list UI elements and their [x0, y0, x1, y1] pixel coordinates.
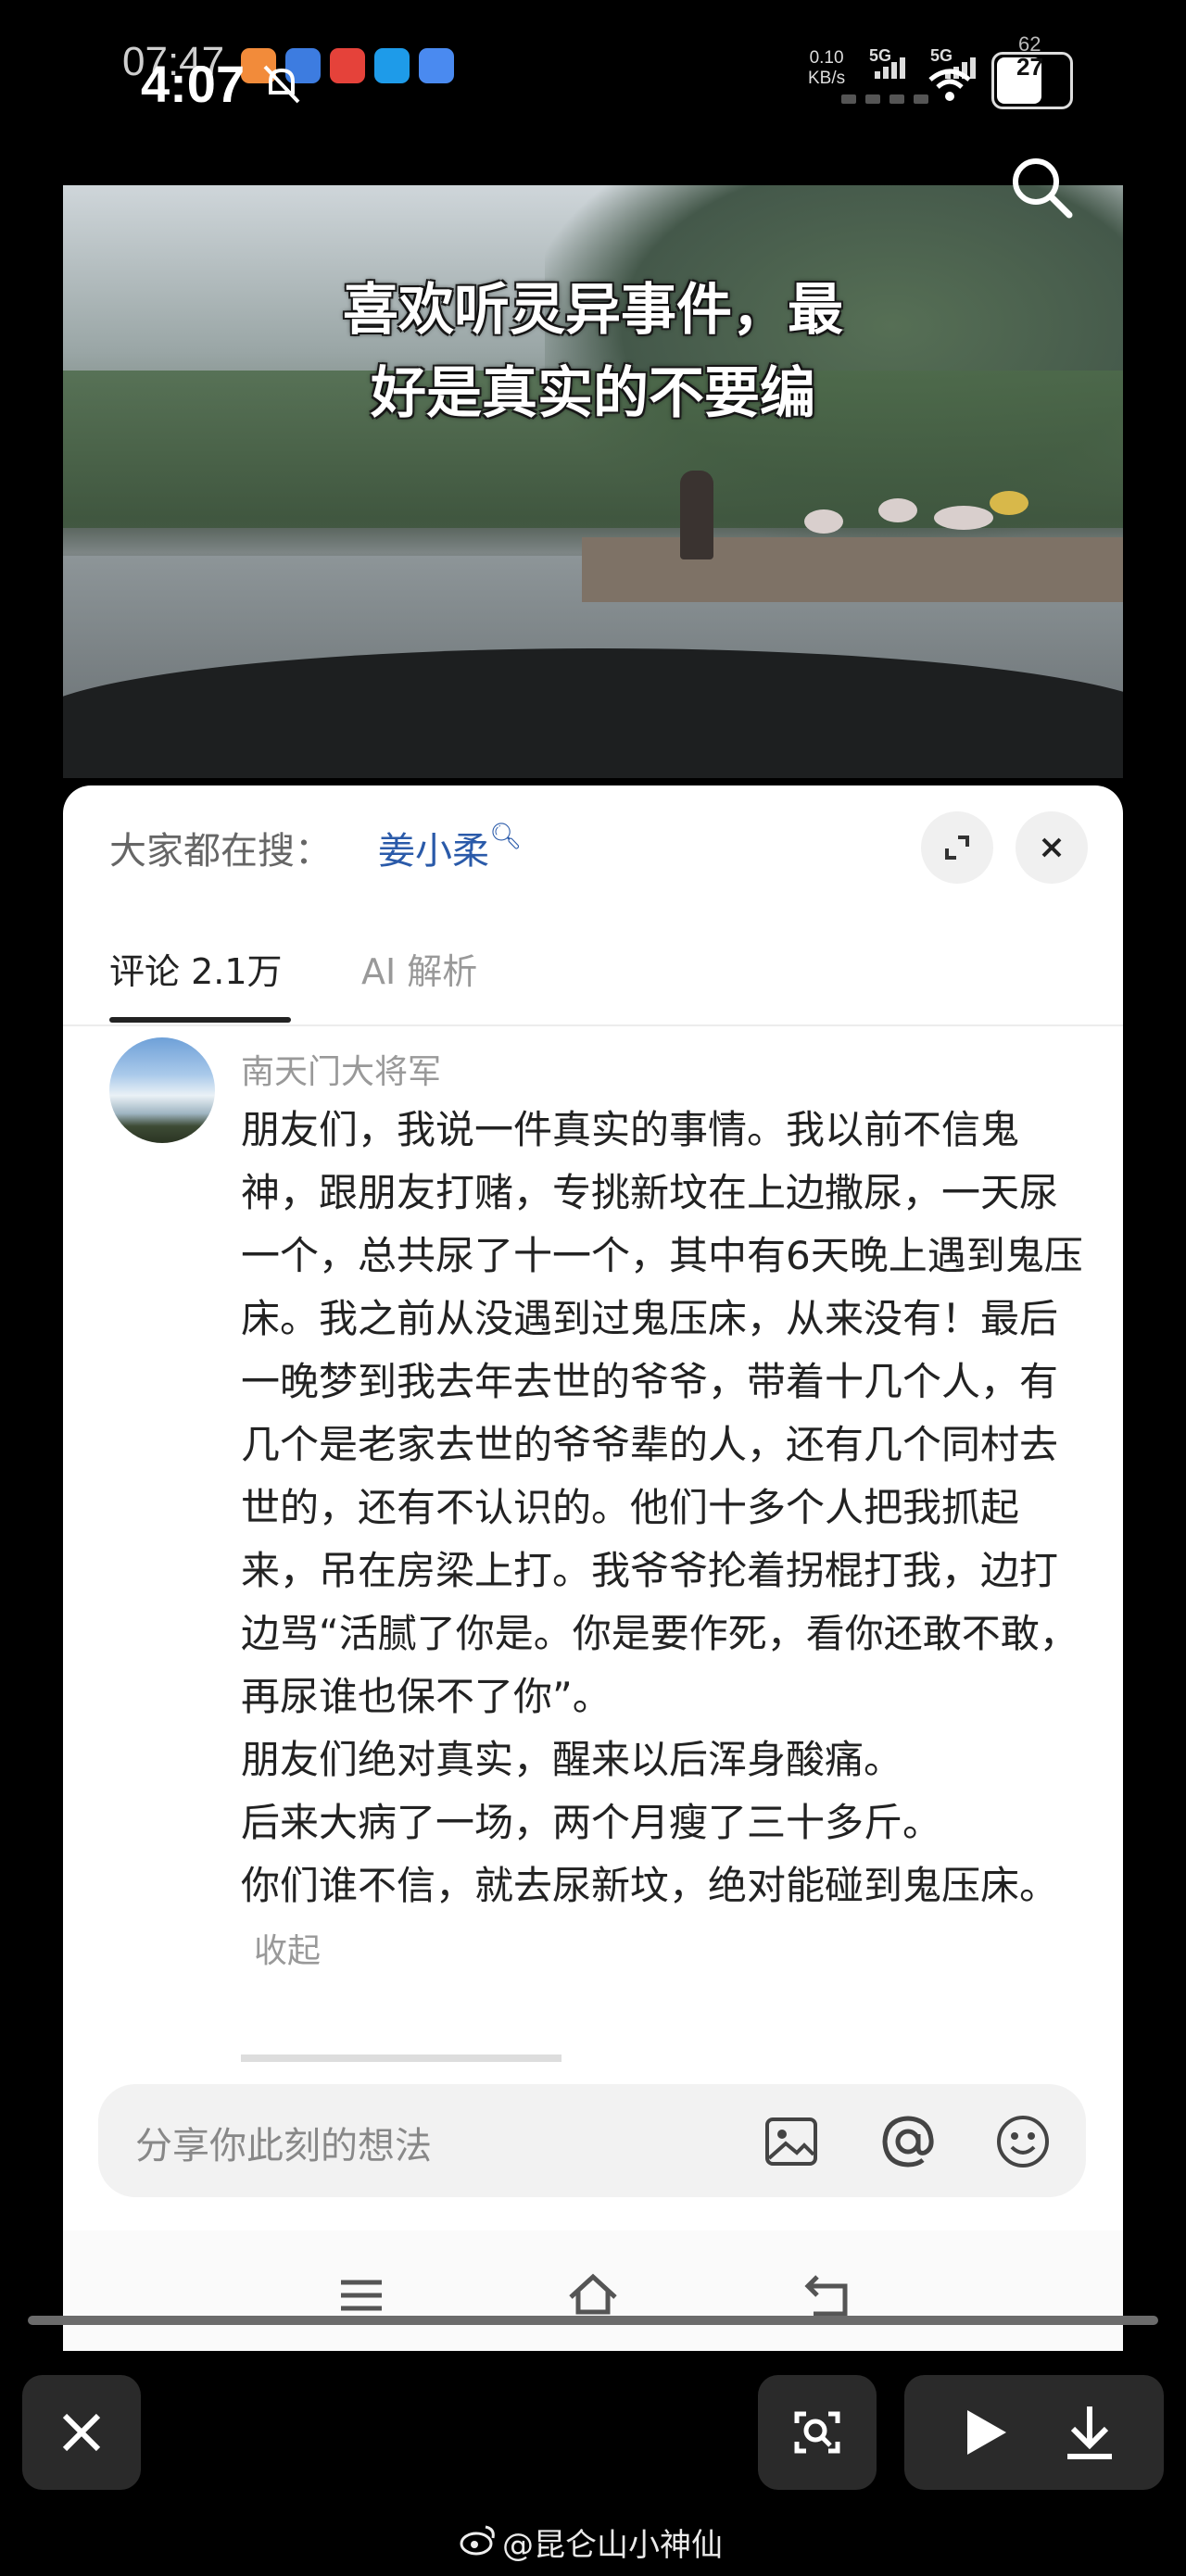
comment-paragraph: 朋友们，我说一件真实的事情。我以前不信鬼神，跟朋友打赌，专挑新坟在上边撒尿，一天… — [241, 1107, 1083, 1719]
signal-bars-icon — [875, 57, 905, 79]
scan-icon — [794, 2411, 840, 2454]
weibo-logo-icon — [460, 2525, 495, 2556]
video-animal — [804, 509, 843, 534]
divider — [63, 1024, 1123, 1026]
battery-level: 27 — [1016, 53, 1043, 81]
image-icon[interactable] — [762, 2112, 821, 2171]
video-wall — [582, 537, 1123, 602]
system-nav-bar — [63, 2230, 1123, 2351]
network-speed-value: 0.10 — [809, 48, 844, 68]
video-animal — [878, 498, 917, 522]
video-player[interactable]: 喜欢听灵异事件，最 好是真实的不要编 — [63, 185, 1123, 778]
avatar[interactable] — [109, 1037, 215, 1143]
video-progress-bar[interactable] — [28, 2316, 1158, 2325]
download-icon[interactable] — [1062, 2403, 1117, 2462]
status-time: 4:07 — [141, 55, 246, 113]
comment-image-preview[interactable] — [241, 2055, 561, 2062]
hot-search-term[interactable]: 姜小柔🔍︎ — [378, 821, 523, 874]
home-icon[interactable] — [565, 2268, 621, 2323]
comment-paragraph: 后来大病了一场，两个月瘦了三十多斤。 — [241, 1800, 942, 1845]
comment-username[interactable]: 南天门大将军 — [241, 1045, 441, 1093]
video-animal — [990, 491, 1028, 515]
mute-bell-icon — [263, 65, 300, 104]
close-sheet-button[interactable] — [1016, 811, 1088, 884]
back-icon[interactable] — [801, 2268, 856, 2323]
video-caption-line: 好是真实的不要编 — [371, 361, 815, 426]
wifi-icon — [928, 69, 971, 101]
video-caption-line: 喜欢听灵异事件，最 — [343, 278, 843, 343]
expand-icon — [945, 836, 969, 860]
emoji-icon[interactable] — [993, 2112, 1053, 2171]
play-icon[interactable] — [956, 2405, 1012, 2460]
expand-button[interactable] — [921, 811, 993, 884]
app-notification-icon — [419, 48, 454, 83]
comment-body: 朋友们，我说一件真实的事情。我以前不信鬼神，跟朋友打赌，专挑新坟在上边撒尿，一天… — [241, 1099, 1093, 1983]
video-person — [680, 471, 713, 559]
media-controls — [904, 2375, 1164, 2490]
search-mini-icon: 🔍︎ — [489, 821, 523, 851]
collapse-link[interactable]: 收起 — [254, 1932, 321, 1970]
search-icon[interactable] — [1006, 152, 1077, 222]
signal-dots — [841, 94, 928, 104]
close-icon — [62, 2413, 101, 2452]
video-animal — [934, 506, 993, 530]
comment-paragraph: 朋友们绝对真实，醒来以后浑身酸痛。 — [241, 1737, 903, 1782]
menu-icon[interactable] — [334, 2268, 389, 2323]
app-notification-icon — [374, 48, 410, 83]
hot-search-term-text[interactable]: 姜小柔 — [378, 830, 489, 873]
comment-sheet: 大家都在搜： 姜小柔🔍︎ 评论 2.1万 AI 解析 南天门大将军 朋友们，我说… — [63, 785, 1123, 2351]
comment-input-placeholder: 分享你此刻的想法 — [135, 2125, 432, 2168]
comment-input[interactable]: 分享你此刻的想法 — [98, 2084, 1086, 2197]
network-speed-unit: KB/s — [808, 69, 846, 88]
hot-search-label: 大家都在搜： — [109, 830, 332, 873]
comment-paragraph-text: 你们谁不信，就去尿新坟，绝对能碰到鬼压床。 — [241, 1863, 1059, 1908]
tab-comments[interactable]: 评论 2.1万 — [109, 943, 283, 994]
battery-indicator: 62 27 — [991, 32, 1073, 109]
video-caption: 喜欢听灵异事件，最 好是真实的不要编 — [63, 269, 1123, 435]
scan-button[interactable] — [758, 2375, 877, 2490]
close-icon — [1041, 837, 1062, 858]
active-tab-indicator — [109, 1017, 291, 1023]
comment-paragraph: 你们谁不信，就去尿新坟，绝对能碰到鬼压床。收起 — [241, 1854, 1093, 1983]
close-button[interactable] — [22, 2375, 141, 2490]
tab-ai-analysis[interactable]: AI 解析 — [361, 943, 477, 994]
at-mention-icon[interactable] — [878, 2112, 938, 2171]
app-notification-icon — [330, 48, 365, 83]
video-dashboard — [63, 648, 1123, 778]
network-speed: 0.10 KB/s — [808, 48, 845, 89]
watermark: @昆仑山小神仙 — [502, 2527, 723, 2564]
